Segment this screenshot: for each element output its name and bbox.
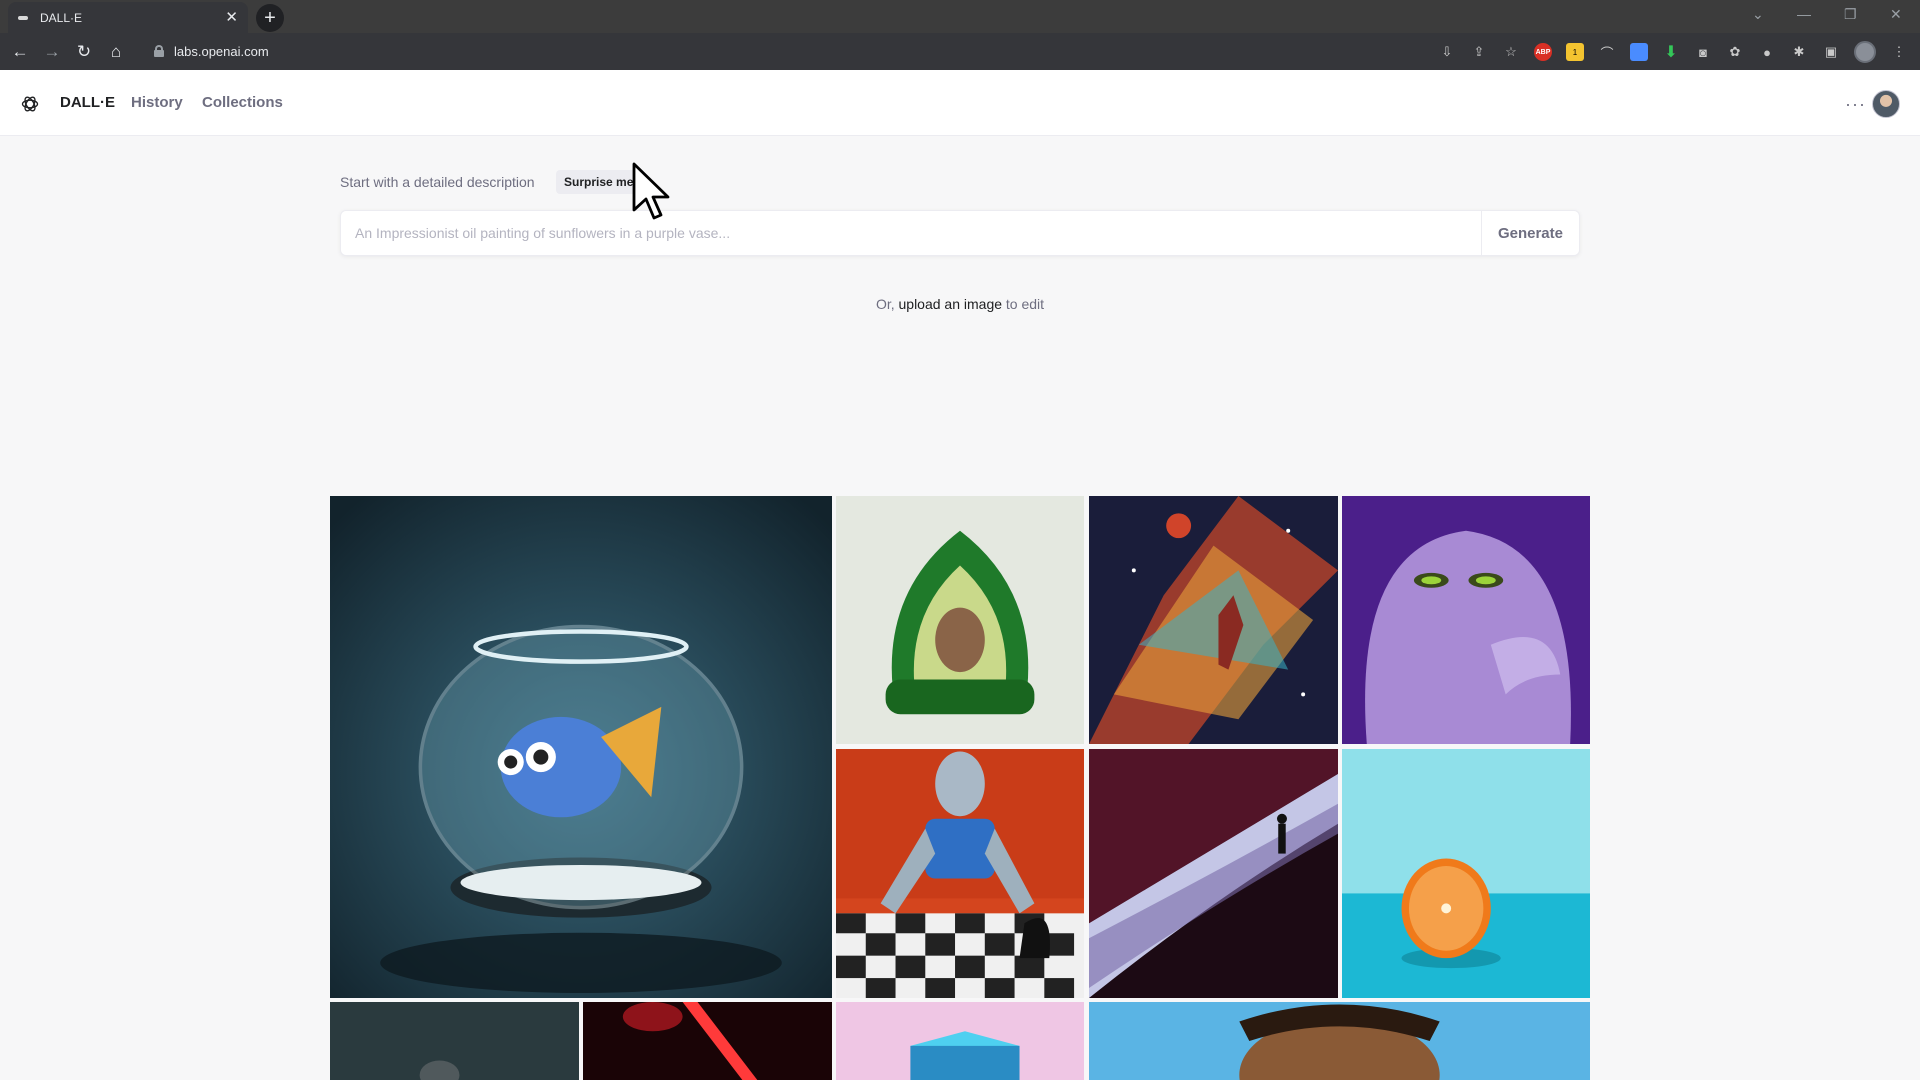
- mouse-cursor-icon: [632, 162, 670, 220]
- window-close-icon[interactable]: ✕: [1890, 6, 1902, 23]
- browser-tab-strip: DALL·E ✕ + ⌄ — ❐ ✕: [0, 0, 1920, 33]
- extension-icon[interactable]: ⌒: [1598, 43, 1616, 61]
- tab-title: DALL·E: [40, 10, 83, 25]
- profile-avatar[interactable]: [1854, 41, 1876, 63]
- extension-icon[interactable]: [1630, 43, 1648, 61]
- orange-half-image[interactable]: [1342, 749, 1590, 998]
- camera-icon[interactable]: ◙: [1694, 43, 1712, 61]
- reload-icon[interactable]: ↻: [72, 40, 96, 64]
- upload-image-link[interactable]: upload an image: [899, 296, 1003, 312]
- home-icon[interactable]: ⌂: [104, 40, 128, 64]
- extension-icon[interactable]: ✿: [1726, 43, 1744, 61]
- nav-collections[interactable]: Collections: [202, 94, 283, 111]
- tab-close-icon[interactable]: ✕: [225, 10, 238, 25]
- app-header: DALL·E History Collections ···: [0, 70, 1920, 136]
- avocado-armchair-image[interactable]: [836, 496, 1084, 744]
- address-bar[interactable]: labs.openai.com: [140, 37, 1420, 65]
- extension-row: ⇩ ⇪ ☆ ABP 1 ⌒ ⬇ ◙ ✿ ● ✱ ▣ ⋮: [1438, 41, 1908, 63]
- user-avatar[interactable]: [1872, 90, 1900, 118]
- browser-tab[interactable]: DALL·E ✕: [8, 2, 248, 33]
- brand-title[interactable]: DALL·E: [60, 94, 115, 111]
- neon-light-image[interactable]: [583, 1002, 832, 1080]
- prompt-label: Start with a detailed description: [340, 174, 535, 190]
- star-icon[interactable]: ☆: [1502, 43, 1520, 61]
- new-tab-button[interactable]: +: [256, 4, 284, 32]
- more-options-icon[interactable]: ···: [1845, 94, 1866, 115]
- lock-icon: [154, 45, 164, 57]
- install-icon[interactable]: ⇩: [1438, 43, 1456, 61]
- robot-chess-image[interactable]: [836, 749, 1084, 998]
- upload-line: Or, upload an image to edit: [0, 296, 1920, 312]
- cosmic-basketball-image[interactable]: [1089, 496, 1338, 744]
- sidebar-icon[interactable]: ▣: [1822, 43, 1840, 61]
- silhouette-wave-image[interactable]: [1089, 749, 1338, 998]
- cube-image[interactable]: [836, 1002, 1084, 1080]
- address-url: labs.openai.com: [174, 43, 269, 59]
- prompt-input[interactable]: [341, 211, 1481, 255]
- generate-button[interactable]: Generate: [1480, 211, 1579, 255]
- prompt-box: Generate: [340, 210, 1580, 256]
- back-icon[interactable]: ←: [8, 40, 32, 64]
- extension-icon[interactable]: ●: [1758, 43, 1776, 61]
- upload-suffix: to edit: [1002, 296, 1045, 312]
- forward-icon[interactable]: →: [40, 40, 64, 64]
- abp-icon[interactable]: ABP: [1534, 43, 1552, 61]
- download-arrow-icon[interactable]: ⬇: [1662, 43, 1680, 61]
- example-gallery: [330, 496, 1590, 1080]
- puzzle-icon[interactable]: ✱: [1790, 43, 1808, 61]
- astronaut-image[interactable]: [330, 1002, 579, 1080]
- restore-icon[interactable]: ❐: [1844, 6, 1857, 23]
- nav-history[interactable]: History: [131, 94, 183, 111]
- portrait-painting-image[interactable]: [1089, 1002, 1590, 1080]
- badge-count: 1: [1572, 47, 1578, 57]
- purple-monster-image[interactable]: [1342, 496, 1590, 744]
- openai-logo-icon[interactable]: [20, 94, 40, 114]
- minimize-icon[interactable]: —: [1797, 6, 1811, 22]
- tab-search-icon[interactable]: ⌄: [1752, 6, 1764, 23]
- menu-icon[interactable]: ⋮: [1890, 43, 1908, 61]
- goldfish-bowl-image[interactable]: [330, 496, 832, 998]
- browser-toolbar: ← → ↻ ⌂ labs.openai.com ⇩ ⇪ ☆ ABP 1 ⌒ ⬇ …: [0, 33, 1920, 70]
- upload-prefix: Or,: [875, 296, 899, 312]
- surprise-me-button[interactable]: Surprise me: [556, 170, 642, 194]
- share-icon[interactable]: ⇪: [1470, 43, 1488, 61]
- tab-favicon-icon: [18, 15, 28, 20]
- extension-badge-icon[interactable]: 1: [1566, 43, 1584, 61]
